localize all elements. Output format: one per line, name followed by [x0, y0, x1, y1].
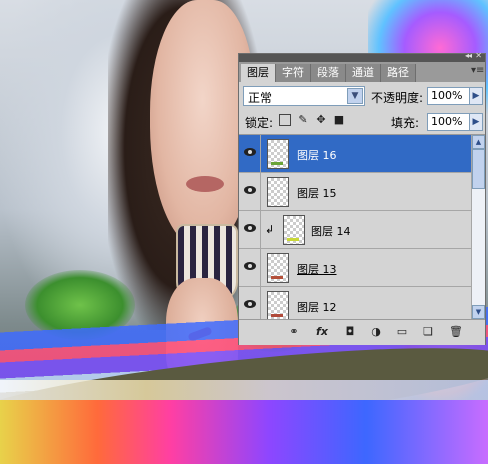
- lock-row: 锁定: ✎ ✥ ■ 填充: 100% ▶: [243, 112, 483, 132]
- layer-name: 图层 15: [297, 187, 337, 200]
- layer-name: 图层 14: [311, 225, 351, 238]
- link-icon[interactable]: ⚭: [287, 325, 301, 339]
- eye-icon: [244, 300, 256, 308]
- layers-scrollbar[interactable]: ▲ ▼: [471, 135, 485, 319]
- panel-footer: ⚭ fx ◘ ◑ ▭ ❏ 🗑: [239, 319, 485, 345]
- blend-row: 正常 ▼ 不透明度: 100% ▶: [243, 86, 483, 108]
- opacity-label: 不透明度:: [371, 91, 424, 105]
- lock-transparency-icon[interactable]: [279, 114, 291, 126]
- adjustment-icon[interactable]: ◑: [369, 325, 383, 339]
- tab-paths[interactable]: 路径: [381, 64, 416, 82]
- blend-mode-value: 正常: [248, 91, 273, 105]
- layer-row[interactable]: ↲ 图层 14: [239, 211, 471, 249]
- layer-name: 图层 12: [297, 301, 337, 314]
- scroll-down-icon[interactable]: ▼: [472, 305, 485, 319]
- layer-row[interactable]: 图层 12: [239, 287, 471, 319]
- layer-thumbnail: [267, 253, 289, 283]
- panel-menu-icon[interactable]: ▾≡: [471, 65, 484, 77]
- tab-channels[interactable]: 通道: [346, 64, 381, 82]
- folder-icon[interactable]: ▭: [395, 325, 409, 339]
- layer-row[interactable]: 图层 15: [239, 173, 471, 211]
- new-layer-icon[interactable]: ❏: [421, 325, 435, 339]
- trash-icon[interactable]: 🗑: [449, 325, 463, 339]
- lock-move-icon[interactable]: ✥: [315, 114, 327, 126]
- collapse-icon[interactable]: ◂◂: [465, 51, 472, 60]
- fx-icon[interactable]: fx: [315, 325, 329, 339]
- visibility-toggle[interactable]: [239, 173, 261, 210]
- scroll-up-icon[interactable]: ▲: [472, 135, 485, 149]
- layer-thumbnail: [267, 177, 289, 207]
- opacity-arrow-icon[interactable]: ▶: [469, 87, 483, 105]
- layer-thumbnail: [283, 215, 305, 245]
- tab-layers[interactable]: 图层: [241, 64, 276, 82]
- panel-titlebar[interactable]: ◂◂ ✕: [239, 51, 485, 62]
- tab-paragraph[interactable]: 段落: [311, 64, 346, 82]
- layers-list: 图层 16 图层 15 ↲ 图层 14 图层 13 图层 12: [239, 135, 485, 319]
- layer-row[interactable]: 图层 13: [239, 249, 471, 287]
- close-icon[interactable]: ✕: [475, 51, 482, 60]
- layer-thumbnail: [267, 291, 289, 319]
- lock-all-icon[interactable]: ■: [333, 114, 345, 126]
- visibility-toggle[interactable]: [239, 249, 261, 286]
- eye-icon: [244, 224, 256, 232]
- layer-name: 图层 13: [297, 263, 337, 276]
- visibility-toggle[interactable]: [239, 135, 261, 172]
- clipping-arrow-icon: ↲: [265, 223, 275, 236]
- layer-name: 图层 16: [297, 149, 337, 162]
- tab-character[interactable]: 字符: [276, 64, 311, 82]
- layers-panel: ◂◂ ✕ 图层 字符 段落 通道 路径 ▾≡ 正常 ▼ 不透明度: 100% ▶…: [238, 51, 486, 345]
- layer-row[interactable]: 图层 16: [239, 135, 471, 173]
- lock-brush-icon[interactable]: ✎: [297, 114, 309, 126]
- eye-icon: [244, 186, 256, 194]
- visibility-toggle[interactable]: [239, 211, 261, 248]
- lips: [186, 176, 224, 192]
- panel-tabs: 图层 字符 段落 通道 路径 ▾≡: [239, 62, 485, 82]
- layer-thumbnail: [267, 139, 289, 169]
- mask-icon[interactable]: ◘: [343, 325, 357, 339]
- rainbow-band: [0, 400, 488, 464]
- fill-arrow-icon[interactable]: ▶: [469, 113, 483, 131]
- chevron-down-icon[interactable]: ▼: [347, 88, 363, 104]
- eye-icon: [244, 148, 256, 156]
- fill-label: 填充:: [391, 116, 420, 130]
- blend-mode-select[interactable]: 正常 ▼: [243, 86, 365, 106]
- scroll-thumb[interactable]: [472, 149, 485, 189]
- lock-label: 锁定:: [245, 116, 274, 130]
- eye-icon: [244, 262, 256, 270]
- visibility-toggle[interactable]: [239, 287, 261, 319]
